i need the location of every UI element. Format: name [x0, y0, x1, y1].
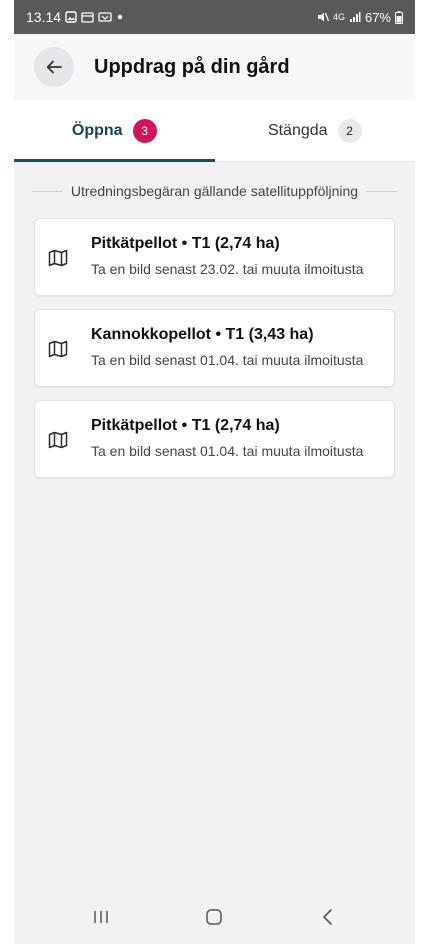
- status-time: 13.14: [26, 9, 62, 25]
- signal-icon: [349, 11, 361, 23]
- task-subtitle: Ta en bild senast 23.02. tai muuta ilmoi…: [91, 261, 364, 277]
- app-header: Uppdrag på din gård: [14, 34, 415, 100]
- status-right: 4G 67%: [317, 10, 403, 25]
- task-card[interactable]: Pitkätpellot • T1 (2,74 ha) Ta en bild s…: [34, 400, 395, 478]
- map-icon: [48, 340, 68, 358]
- home-button[interactable]: [194, 897, 234, 937]
- back-button[interactable]: [34, 47, 74, 87]
- recent-apps-icon: [92, 909, 110, 925]
- tab-open-label: Öppna: [71, 121, 123, 139]
- task-title: Kannokkopellot • T1 (3,43 ha): [91, 326, 314, 343]
- tab-closed-label: Stängda: [267, 121, 328, 139]
- tab-open[interactable]: Öppna 3: [14, 100, 215, 162]
- calendar-icon: [81, 11, 94, 23]
- tab-bar: Öppna 3 Stängda 2: [14, 100, 415, 162]
- task-card[interactable]: Pitkätpellot • T1 (2,74 ha) Ta en bild s…: [34, 218, 395, 296]
- task-subtitle: Ta en bild senast 01.04. tai muuta ilmoi…: [91, 352, 364, 368]
- gallery-icon: [65, 11, 77, 23]
- status-bar: 13.14 4G 67%: [14, 0, 415, 34]
- section-divider: Utredningsbegäran gällande satellituppfö…: [32, 180, 397, 202]
- tab-open-count-badge: 3: [132, 118, 157, 143]
- task-title: Pitkätpellot • T1 (2,74 ha): [91, 235, 280, 252]
- system-nav-bar: [14, 890, 415, 944]
- chevron-left-icon: [321, 908, 335, 926]
- home-icon: [205, 908, 223, 926]
- dot-icon: [116, 13, 124, 21]
- divider-line-right: [366, 190, 397, 192]
- tab-closed-count-badge: 2: [337, 118, 362, 143]
- battery-icon: [395, 10, 403, 24]
- task-subtitle: Ta en bild senast 01.04. tai muuta ilmoi…: [91, 443, 364, 459]
- arrow-left-icon: [45, 58, 63, 76]
- network-label: 4G: [332, 12, 345, 22]
- mute-icon: [317, 11, 329, 23]
- battery-percent: 67%: [364, 9, 391, 25]
- task-title: Pitkätpellot • T1 (2,74 ha): [91, 417, 280, 434]
- tab-closed[interactable]: Stängda 2: [215, 100, 416, 161]
- divider-line-left: [32, 190, 63, 192]
- back-nav-button[interactable]: [308, 897, 348, 937]
- map-icon: [48, 431, 68, 449]
- recent-apps-button[interactable]: [81, 897, 121, 937]
- task-card[interactable]: Kannokkopellot • T1 (3,43 ha) Ta en bild…: [34, 309, 395, 387]
- card-icon: [98, 11, 112, 23]
- app-frame: 13.14 4G 67% Uppdrag på din gård Öppna 3…: [14, 0, 415, 944]
- status-left: 13.14: [26, 9, 124, 25]
- page-title: Uppdrag på din gård: [94, 55, 290, 78]
- section-label: Utredningsbegäran gällande satellituppfö…: [70, 183, 359, 199]
- map-icon: [48, 249, 68, 267]
